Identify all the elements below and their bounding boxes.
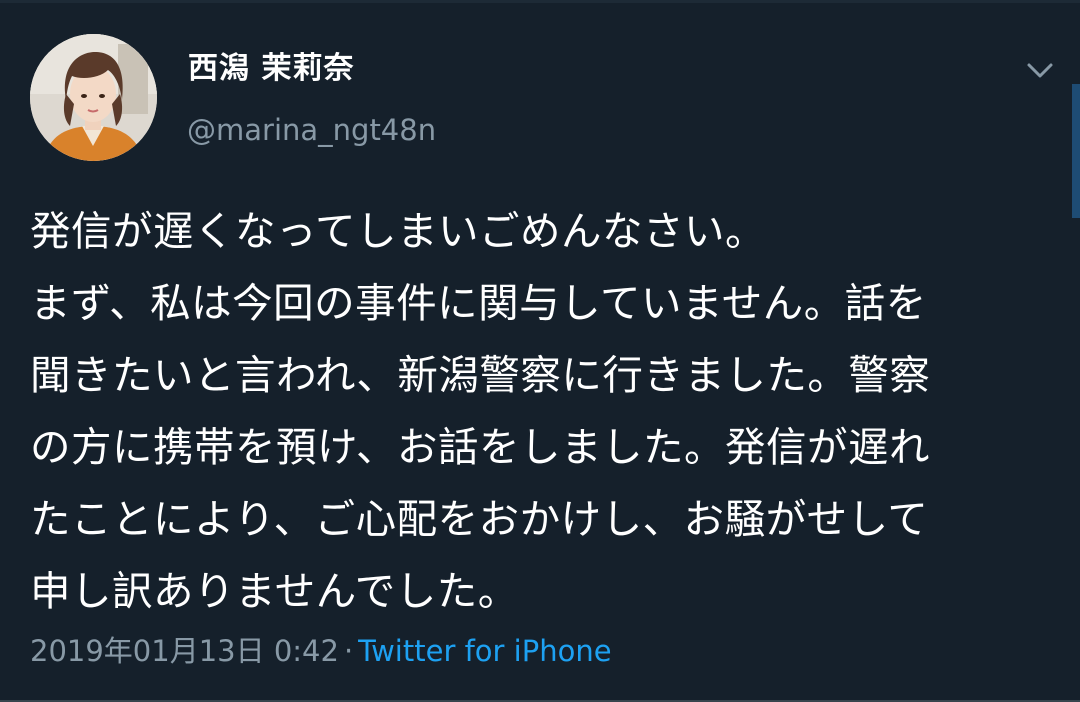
tweet-text-line: 発信が遅くなってしまいごめんなさい。 xyxy=(30,207,766,255)
chevron-down-icon[interactable] xyxy=(1024,57,1056,83)
tweet-detail: 西潟 茉莉奈 @marina_ngt48n 発信が遅くなってしまいごめんなさい。… xyxy=(0,0,1080,702)
profile-photo xyxy=(30,34,157,161)
top-border xyxy=(0,0,1080,3)
meta-separator: · xyxy=(343,634,354,668)
tweet-text-line: 申し訳ありませんでした。 xyxy=(30,567,519,615)
tweet-text-line: の方に携帯を預け、お話をしました。発信が遅れ xyxy=(30,423,930,471)
tweet-text-line: まず、私は今回の事件に関与していません。話を xyxy=(30,279,927,327)
tweet-text-line: たことにより、ご心配をおかけし、お騒がせして xyxy=(30,495,929,543)
tweet-timestamp[interactable]: 2019年01月13日 0:42 xyxy=(30,634,339,668)
avatar[interactable] xyxy=(30,34,157,161)
display-name[interactable]: 西潟 茉莉奈 xyxy=(188,49,354,89)
user-handle[interactable]: @marina_ngt48n xyxy=(187,110,436,150)
scroll-indicator xyxy=(1072,84,1080,218)
tweet-text: 発信が遅くなってしまいごめんなさい。 まず、私は今回の事件に関与していません。話… xyxy=(30,195,1050,627)
tweet-source-link[interactable]: Twitter for iPhone xyxy=(358,634,611,668)
tweet-text-line: 聞きたいと言われ、新潟警察に行きました。警察 xyxy=(30,351,931,399)
tweet-meta: 2019年01月13日 0:42 · Twitter for iPhone xyxy=(30,631,612,671)
